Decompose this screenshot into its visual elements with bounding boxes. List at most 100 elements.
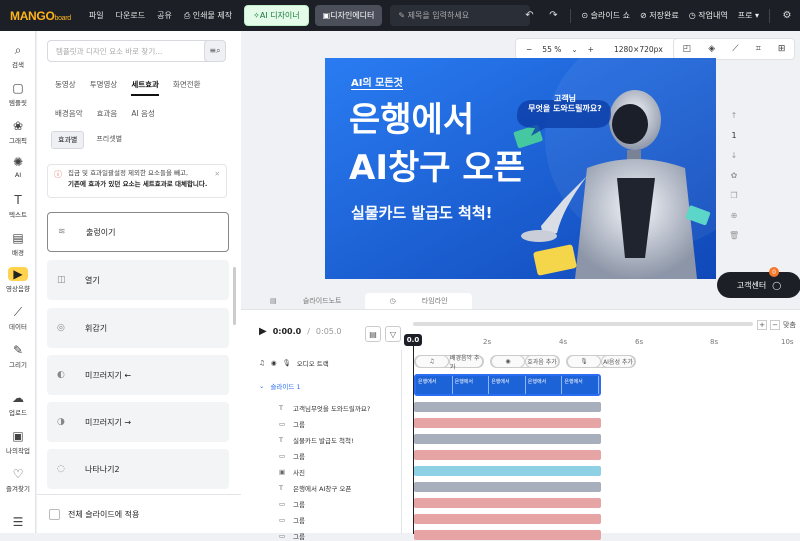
effect-item[interactable]: ◫ 열기 (47, 260, 229, 300)
menu-share[interactable]: 공유 (157, 10, 172, 21)
nav-data[interactable]: ⟋ 데이터 (0, 305, 36, 331)
layer-clip[interactable] (414, 498, 601, 508)
layer-row[interactable]: ▣ 사진 (279, 467, 305, 477)
tab-timeline[interactable]: ◷ 타임라인 (365, 293, 472, 309)
apply-all-row[interactable]: 전체 슬라이드에 적용 (37, 494, 241, 533)
layer-row[interactable]: T 고객님무엇을 도와드릴까요? (279, 403, 370, 413)
search-input[interactable]: 템플릿과 디자인 요소 바로 찾기...✕ (47, 40, 225, 62)
nav-video-audio[interactable]: ▶ 영상음향 (0, 267, 36, 293)
plan-button[interactable]: 프로 ▾ (738, 10, 759, 21)
layer-row[interactable]: ▭ 그룹 (279, 515, 305, 525)
tab-by-effect[interactable]: 효과별 (51, 131, 85, 149)
effect-item[interactable]: ≋ 출렁이기 (47, 212, 229, 252)
slide-canvas[interactable]: AI의 모든것 은행에서 AI창구 오픈 실물카드 발급도 척척! 고객님 무엇… (325, 58, 716, 279)
tab-by-preset[interactable]: 프리셋별 (90, 131, 128, 149)
layer-row[interactable]: T 실물카드 발급도 척척! (279, 435, 354, 445)
tab-slide-notes[interactable]: ▤ 슬라이드노트 (246, 293, 365, 309)
sticker-icon[interactable]: ◰ (683, 44, 692, 54)
tab-transparent-video[interactable]: 투명영상 (90, 79, 118, 96)
layer-clip[interactable] (414, 514, 601, 524)
search-filter-button[interactable]: ≡⌕ (204, 40, 226, 62)
ai-designer-button[interactable]: ✧ AI 디자이너 (244, 5, 309, 26)
close-icon[interactable]: ✕ (215, 169, 220, 180)
chevron-down-icon[interactable]: ⌄ (259, 382, 264, 390)
effect-item[interactable]: ◑ 미끄러지기 → (47, 402, 229, 442)
time-ruler[interactable]: 2s 4s 6s 8s 10s (413, 334, 796, 352)
play-icon[interactable]: ▶ (259, 326, 267, 337)
menu-file[interactable]: 파일 (89, 10, 104, 21)
title-input[interactable]: ✎ 제목을 입력하세요 (390, 5, 531, 26)
tab-sfx[interactable]: 효과음 (97, 108, 118, 119)
tab-transition[interactable]: 화면전환 (173, 79, 201, 96)
zoom-out-icon[interactable]: − (526, 45, 532, 54)
speech-bubble[interactable]: 고객님 무엇을 도와드릴까요? (525, 94, 605, 114)
layer-row[interactable]: ▭ 그룹 (279, 499, 305, 509)
zoom-in-icon[interactable]: + (588, 45, 594, 54)
menu-download[interactable]: 다운로드 (116, 10, 145, 21)
undo-icon[interactable]: ↶ (522, 9, 536, 23)
work-history-button[interactable]: ◷ 작업내역 (689, 10, 728, 21)
logo[interactable]: MANGOboard (10, 9, 71, 23)
copy-icon[interactable]: ❐ (729, 186, 739, 206)
effect-item[interactable]: ◐ 미끄러지기 ← (47, 355, 229, 395)
nav-draw[interactable]: ✎ 그리기 (0, 343, 36, 369)
nav-favorites[interactable]: ♡ 즐겨찾기 (0, 467, 36, 493)
tab-ai-voice[interactable]: AI 음성 (131, 108, 155, 119)
trash-icon[interactable]: 🗑 (729, 226, 739, 246)
fit-label[interactable]: 맞춤 (783, 320, 796, 330)
zoom-in-icon[interactable]: + (757, 320, 767, 330)
chevron-down-icon[interactable]: ⌄ (571, 45, 577, 54)
layer-clip[interactable] (414, 482, 601, 492)
layer-clip[interactable] (414, 402, 601, 412)
slide-show-button[interactable]: ⊙ 슬라이드 쇼 (581, 10, 630, 21)
add-sfx-button[interactable]: ◉ 효과음 추가 (490, 355, 560, 368)
layer-row[interactable]: ▭ 그룹 (279, 419, 305, 429)
layer-clip[interactable] (414, 450, 601, 460)
panel-scrollbar[interactable] (233, 267, 236, 325)
design-editor-button[interactable]: ▣ 디자인에디터 (314, 5, 383, 26)
nav-search[interactable]: ⌕ 검색 (0, 43, 36, 69)
color-palette-icon[interactable]: ✿ (729, 166, 739, 186)
add-bgm-button[interactable]: ♫ 배경음악 추가 (414, 355, 484, 371)
add-page-icon[interactable]: ⊕ (729, 206, 739, 226)
nav-my-work[interactable]: ▣ 나의작업 (0, 429, 36, 455)
nav-template[interactable]: ▢ 템플릿 (0, 81, 36, 107)
playhead[interactable]: 0.0 (404, 334, 422, 346)
layer-row[interactable]: T 은행에서 AI창구 오픈 (279, 483, 351, 493)
tab-set-effect[interactable]: 세트효과 (131, 79, 159, 96)
slide-subheading[interactable]: 실물카드 발급도 척척! (351, 202, 493, 223)
layer-clip[interactable] (414, 418, 601, 428)
redo-icon[interactable]: ↷ (546, 9, 560, 23)
subtitle-icon[interactable]: ▤ (365, 326, 381, 342)
menu-print[interactable]: ⎙ 인쇄물 제작 (184, 10, 232, 21)
tab-video[interactable]: 동영상 (55, 79, 76, 96)
slide-heading-line1[interactable]: 은행에서 (349, 100, 474, 140)
zoom-out-icon[interactable]: − (770, 320, 780, 330)
layer-clip[interactable] (414, 530, 601, 540)
nav-ai[interactable]: ✺ AI (0, 155, 36, 179)
slide-heading-line2[interactable]: AI창구 오픈 (349, 148, 525, 188)
nav-graphic[interactable]: ❀ 그래픽 (0, 119, 36, 145)
nav-background[interactable]: ▤ 배경 (0, 231, 36, 257)
filter-icon[interactable]: ▽ (385, 326, 401, 342)
timeline-scrollbar[interactable] (413, 322, 753, 326)
zoom-value[interactable]: 55 % (542, 45, 561, 54)
layer-row[interactable]: ▭ 그룹 (279, 451, 305, 461)
layers-icon[interactable]: ◈ (708, 44, 715, 54)
effect-item[interactable]: ◎ 휘감기 (47, 308, 229, 348)
help-center-button[interactable]: 고객센터 ◯ 0 (717, 267, 800, 298)
crop-icon[interactable]: ⌗ (756, 44, 761, 54)
nav-text[interactable]: T 텍스트 (0, 193, 36, 219)
slide-tag[interactable]: AI의 모든것 (351, 74, 403, 90)
canvas-size[interactable]: 1280×720px (614, 45, 663, 54)
nav-upload[interactable]: ☁ 업로드 (0, 391, 36, 417)
apply-all-checkbox[interactable] (49, 508, 60, 520)
ruler-icon[interactable]: ⟋ (732, 44, 738, 54)
layer-clip[interactable] (414, 434, 601, 444)
settings-icon[interactable]: ⚙ (780, 9, 794, 23)
add-ai-voice-button[interactable]: 🎙 AI음성 추가 (566, 355, 636, 368)
layer-clip[interactable] (414, 466, 601, 476)
slide-clip[interactable]: 은행에서 은행에서 은행에서 은행에서 은행에서 (414, 374, 601, 396)
effect-item[interactable]: ◌ 나타나기2 (47, 449, 229, 489)
slide-row[interactable]: ⌄ 슬라이드 1 (259, 381, 301, 391)
